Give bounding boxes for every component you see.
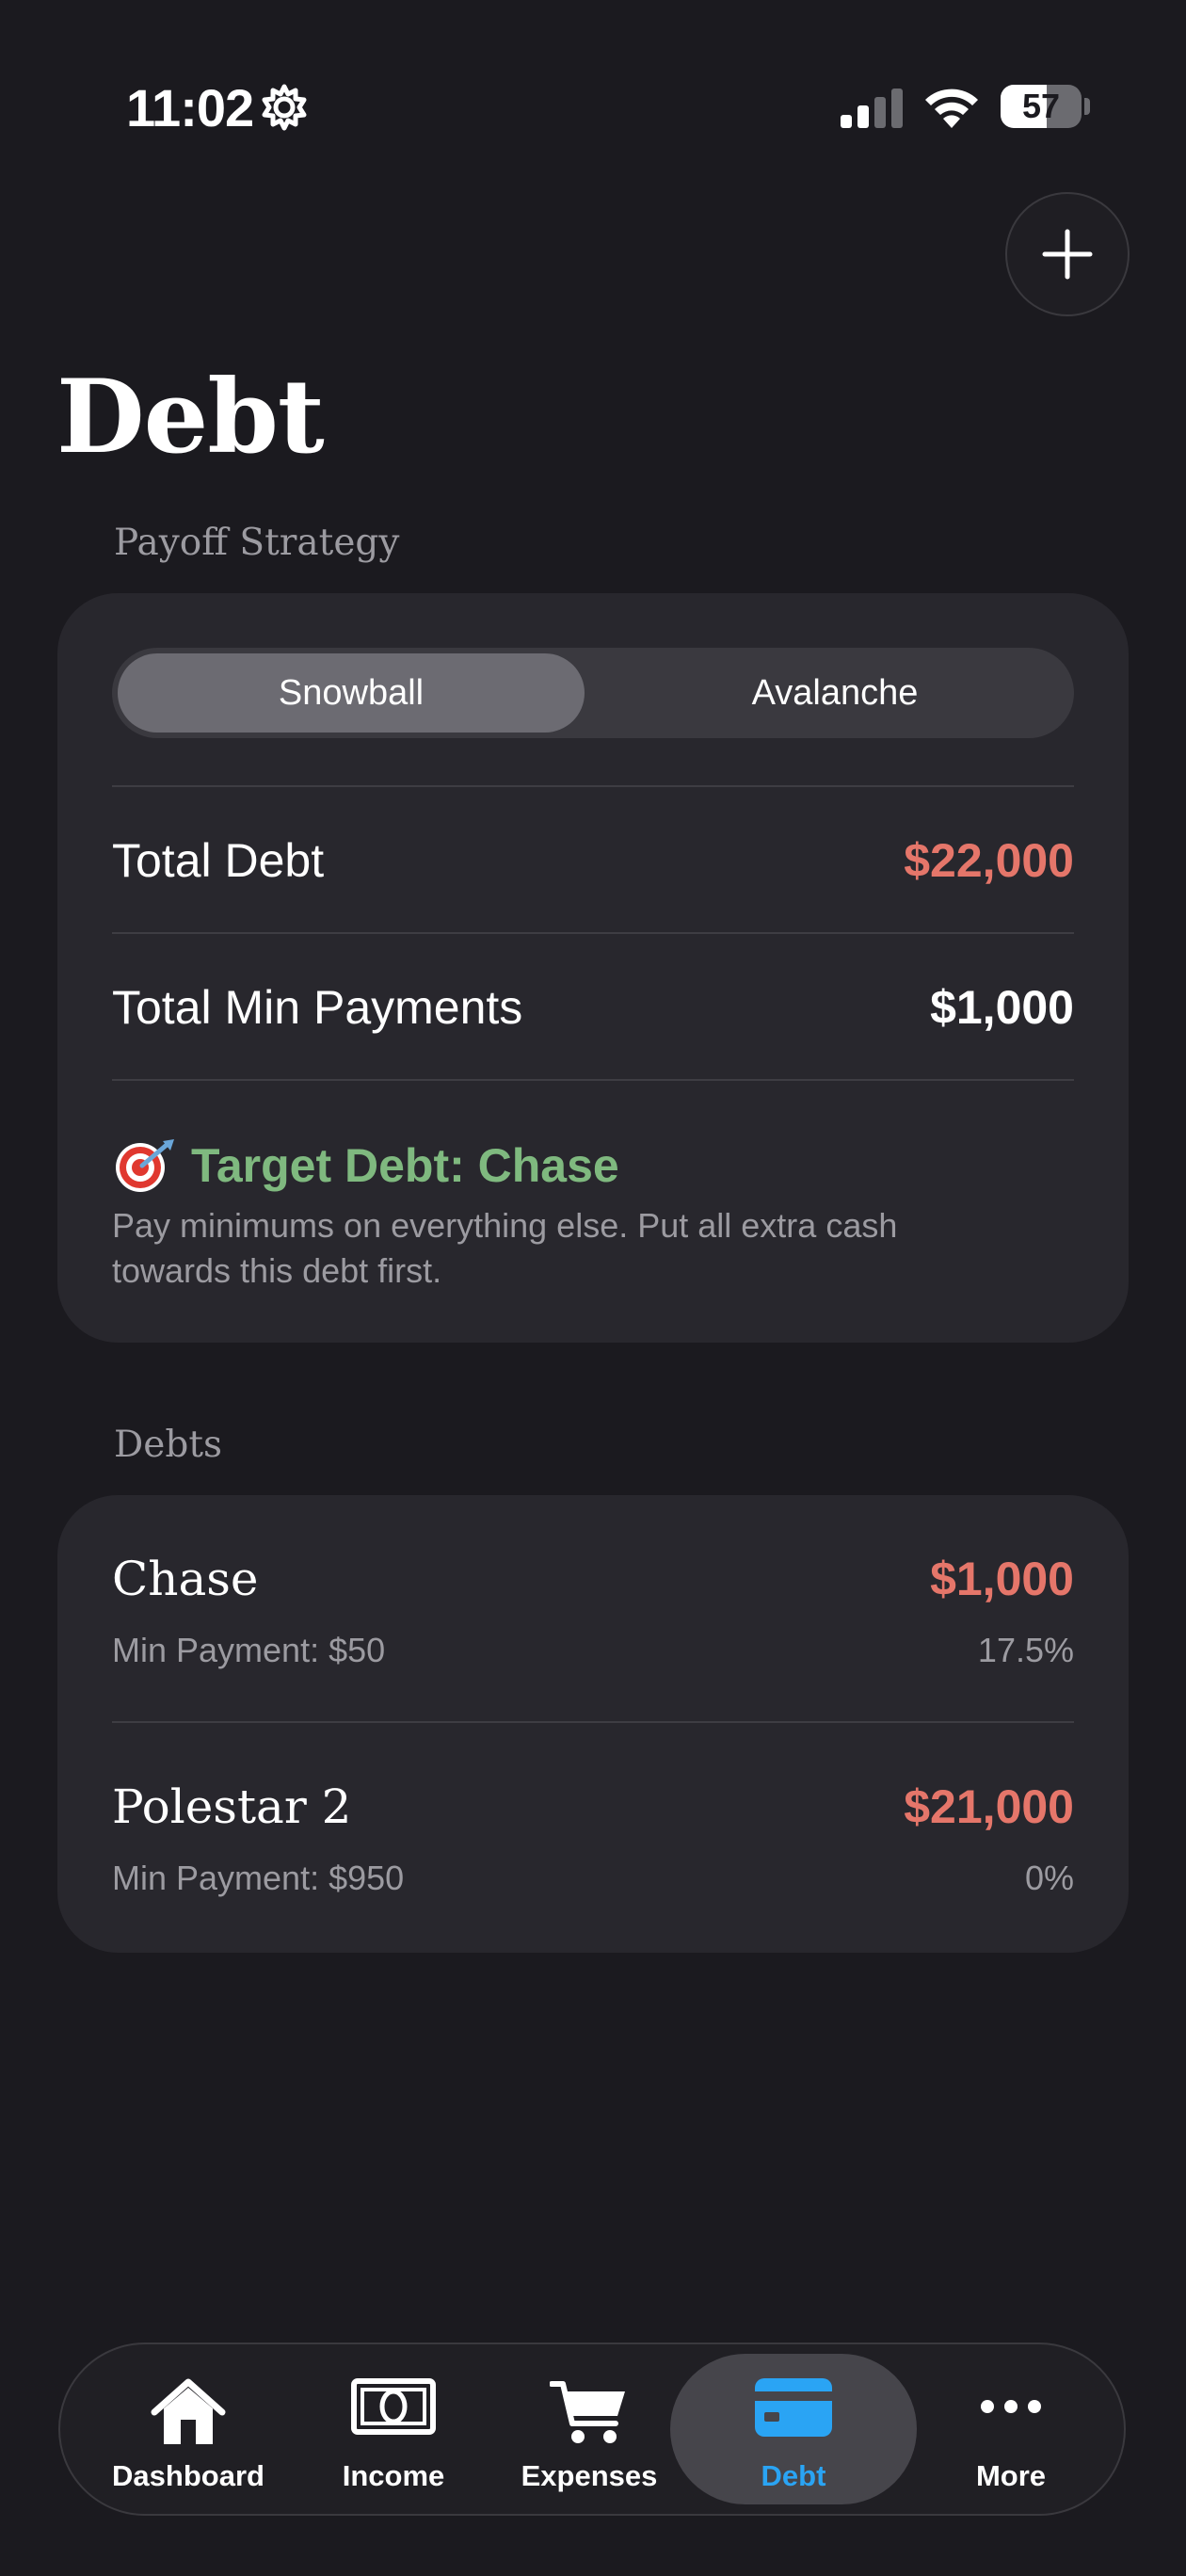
total-debt-value: $22,000	[904, 834, 1074, 887]
total-debt-label: Total Debt	[112, 834, 325, 887]
cellular-signal-icon	[841, 89, 903, 128]
house-icon	[151, 2378, 226, 2444]
battery-icon: 57	[1001, 85, 1091, 130]
debt-row-chase[interactable]: Chase $1,000 Min Payment: $50 17.5%	[57, 1495, 1129, 1721]
debt-name: Chase	[112, 1552, 259, 1606]
debt-amount: $1,000	[930, 1553, 1074, 1605]
debt-name: Polestar 2	[112, 1779, 352, 1834]
debt-amount: $21,000	[904, 1780, 1074, 1833]
tab-label: More	[975, 2459, 1047, 2492]
add-debt-button[interactable]	[1005, 192, 1130, 316]
debts-card: Chase $1,000 Min Payment: $50 17.5% Pole…	[57, 1495, 1129, 1953]
total-min-payments-value: $1,000	[930, 981, 1074, 1034]
divider	[112, 1079, 1074, 1081]
tab-label: Dashboard	[112, 2459, 264, 2492]
total-min-payments-label: Total Min Payments	[112, 981, 523, 1034]
debt-interest-rate: 17.5%	[977, 1631, 1074, 1669]
debt-min-payment: Min Payment: $50	[112, 1631, 386, 1669]
battery-level: 57	[1021, 87, 1061, 125]
plus-icon	[1042, 229, 1093, 280]
debt-row-polestar-2[interactable]: Polestar 2 $21,000 Min Payment: $950 0%	[57, 1723, 1129, 1953]
payoff-strategy-card: Snowball Avalanche Total Debt $22,000 To…	[57, 593, 1129, 1343]
tab-more[interactable]: More	[926, 2344, 1096, 2514]
status-bar: 11:02 57	[0, 0, 1186, 217]
tab-label: Income	[342, 2459, 445, 2492]
tab-dashboard[interactable]: Dashboard	[94, 2344, 282, 2514]
target-debt-title-row: Target Debt: Chase	[112, 1137, 619, 1194]
tab-expenses[interactable]: Expenses	[495, 2344, 683, 2514]
divider	[112, 932, 1074, 934]
cart-icon	[550, 2381, 625, 2443]
debts-heading: Debts	[114, 1424, 223, 1466]
divider	[112, 785, 1074, 787]
strategy-segmented-control: Snowball Avalanche	[112, 648, 1074, 738]
segment-snowball[interactable]: Snowball	[118, 653, 585, 733]
tab-income[interactable]: Income	[299, 2344, 488, 2514]
tab-label: Debt	[761, 2459, 826, 2492]
gear-icon	[262, 84, 307, 131]
tab-debt[interactable]: Debt	[670, 2344, 917, 2514]
target-dart-icon	[116, 1139, 174, 1192]
target-debt-title: Target Debt: Chase	[191, 1139, 619, 1192]
payoff-strategy-heading: Payoff Strategy	[114, 522, 400, 564]
credit-card-icon	[755, 2378, 832, 2437]
tab-label: Expenses	[521, 2459, 658, 2492]
tab-bar: Dashboard Income Expenses Debt More	[58, 2343, 1126, 2516]
debt-min-payment: Min Payment: $950	[112, 1859, 405, 1897]
target-debt-description: Pay minimums on everything else. Put all…	[112, 1206, 898, 1290]
segment-avalanche[interactable]: Avalanche	[601, 653, 1068, 733]
page-title: Debt	[56, 358, 325, 476]
status-time: 11:02	[126, 78, 254, 137]
wifi-icon	[925, 89, 978, 128]
banknote-icon	[351, 2378, 436, 2435]
ellipsis-icon	[981, 2400, 1041, 2413]
debt-interest-rate: 0%	[1024, 1859, 1074, 1897]
